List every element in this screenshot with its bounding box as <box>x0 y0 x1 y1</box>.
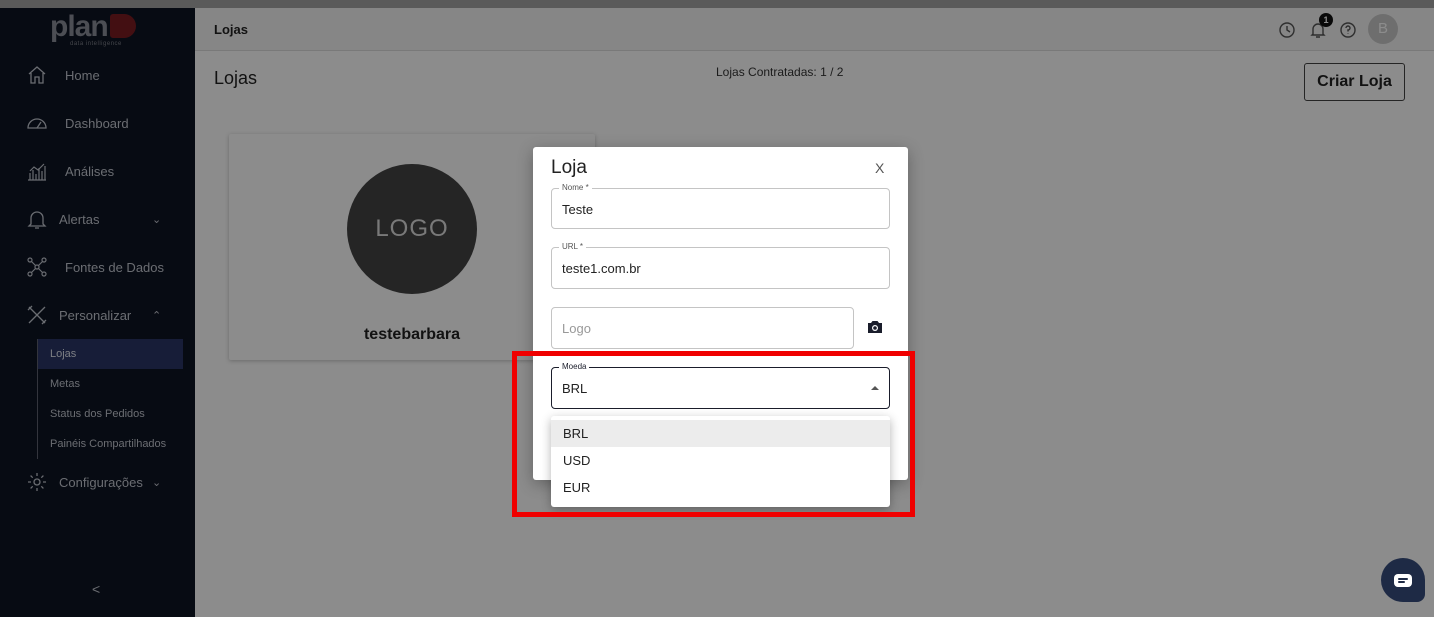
dialog-title: Loja <box>551 157 587 178</box>
name-field-value: Teste <box>562 202 594 217</box>
logo-field-placeholder: Logo <box>562 321 591 336</box>
close-button[interactable]: X <box>875 160 884 176</box>
camera-icon[interactable] <box>867 320 883 334</box>
logo-field[interactable]: Logo <box>551 307 854 349</box>
chat-icon <box>1394 573 1412 587</box>
name-field[interactable]: Nome * Teste <box>551 183 890 229</box>
url-field[interactable]: URL * teste1.com.br <box>551 242 890 289</box>
chat-button[interactable] <box>1381 558 1425 602</box>
browser-top-strip <box>0 0 1434 8</box>
highlight-box <box>512 351 915 517</box>
url-field-value: teste1.com.br <box>562 261 641 276</box>
url-field-label: URL * <box>559 242 587 252</box>
name-field-label: Nome * <box>559 183 592 193</box>
